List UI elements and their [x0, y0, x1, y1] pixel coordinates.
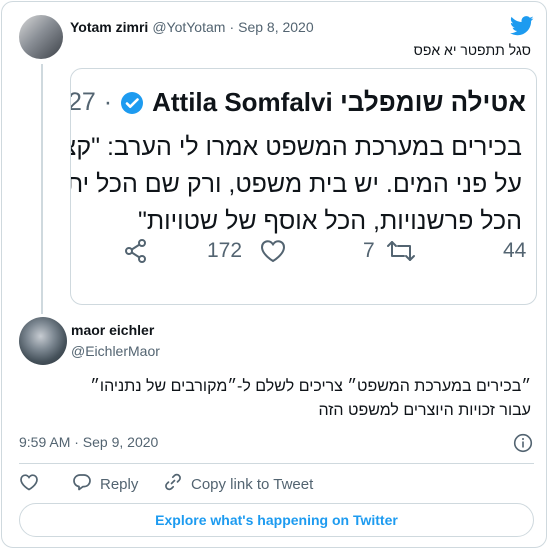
twitter-bird-icon[interactable]: [510, 16, 534, 36]
author-handle[interactable]: @YotYotam: [152, 19, 225, 35]
heart-icon: [19, 473, 39, 495]
reply-text-line-2: עבור זכויות היוצרים למשפט הזה: [318, 402, 531, 419]
reply-author-handle[interactable]: @EichlerMaor: [71, 343, 160, 359]
quoted-tweet-image[interactable]: 27 דק׳ · Attila Somfalvi אטילה שומפלבי ב…: [70, 68, 537, 305]
reply-button[interactable]: Reply: [72, 474, 138, 494]
quoted-line-2: על פני המים. יש בית משפט, ורק שם הכל יתב…: [71, 170, 522, 198]
avatar-yotam[interactable]: [19, 15, 63, 59]
tweet-text: סגל תתפטר יא אפס: [413, 42, 531, 58]
copy-link-label: Copy link to Tweet: [191, 475, 314, 493]
info-icon[interactable]: [513, 433, 533, 458]
quoted-author-name: Attila Somfalvi אטילה שומפלבי: [152, 87, 526, 117]
quoted-replies-count: 44: [503, 239, 527, 262]
reply-timestamp[interactable]: 9:59 AM · Sep 9, 2020: [19, 434, 158, 450]
reply-icon: [535, 238, 536, 269]
quoted-header: 27 דק׳ · Attila Somfalvi אטילה שומפלבי: [70, 87, 526, 118]
separator-dot: ·: [103, 88, 113, 116]
like-button[interactable]: [19, 474, 39, 494]
heart-icon: [259, 238, 287, 269]
reply-label: Reply: [100, 475, 139, 493]
tweet-date[interactable]: Sep 8, 2020: [238, 19, 314, 35]
reply-icon: [72, 473, 92, 495]
quoted-line-3: הכל פרשנויות, הכל אוסף של שטויות": [137, 207, 522, 235]
quoted-likes-count: 172: [207, 239, 243, 262]
link-icon: [163, 472, 183, 496]
tweet-header: Yotam zimri @YotYotam · Sep 8, 2020: [70, 19, 314, 35]
retweet-icon: [385, 238, 417, 269]
tweet-embed-card: Yotam zimri @YotYotam · Sep 8, 2020 סגל …: [1, 1, 547, 548]
copy-link-button[interactable]: Copy link to Tweet: [163, 472, 314, 496]
avatar-maor[interactable]: [19, 317, 67, 365]
separator-dot: ·: [229, 19, 235, 35]
verified-badge-icon: [120, 91, 144, 115]
explore-twitter-button[interactable]: Explore what's happening on Twitter: [19, 503, 534, 537]
share-icon: [123, 238, 149, 269]
divider: [19, 463, 534, 464]
author-name[interactable]: Yotam zimri: [70, 19, 148, 35]
quoted-retweets-count: 7: [363, 239, 375, 262]
quoted-time: 27 דק׳: [70, 88, 96, 116]
reply-text-line-1: ״בכירים במערכת המשפט״ צריכים לשלם ל-״מקו…: [90, 378, 531, 395]
quoted-action-bar: 172 7 44: [123, 235, 536, 265]
reply-author-name[interactable]: maor eichler: [71, 322, 154, 338]
thread-connector: [41, 64, 43, 314]
quoted-line-1: בכירים במערכת המשפט אמרו לי הערב: "קצף: [70, 133, 522, 161]
